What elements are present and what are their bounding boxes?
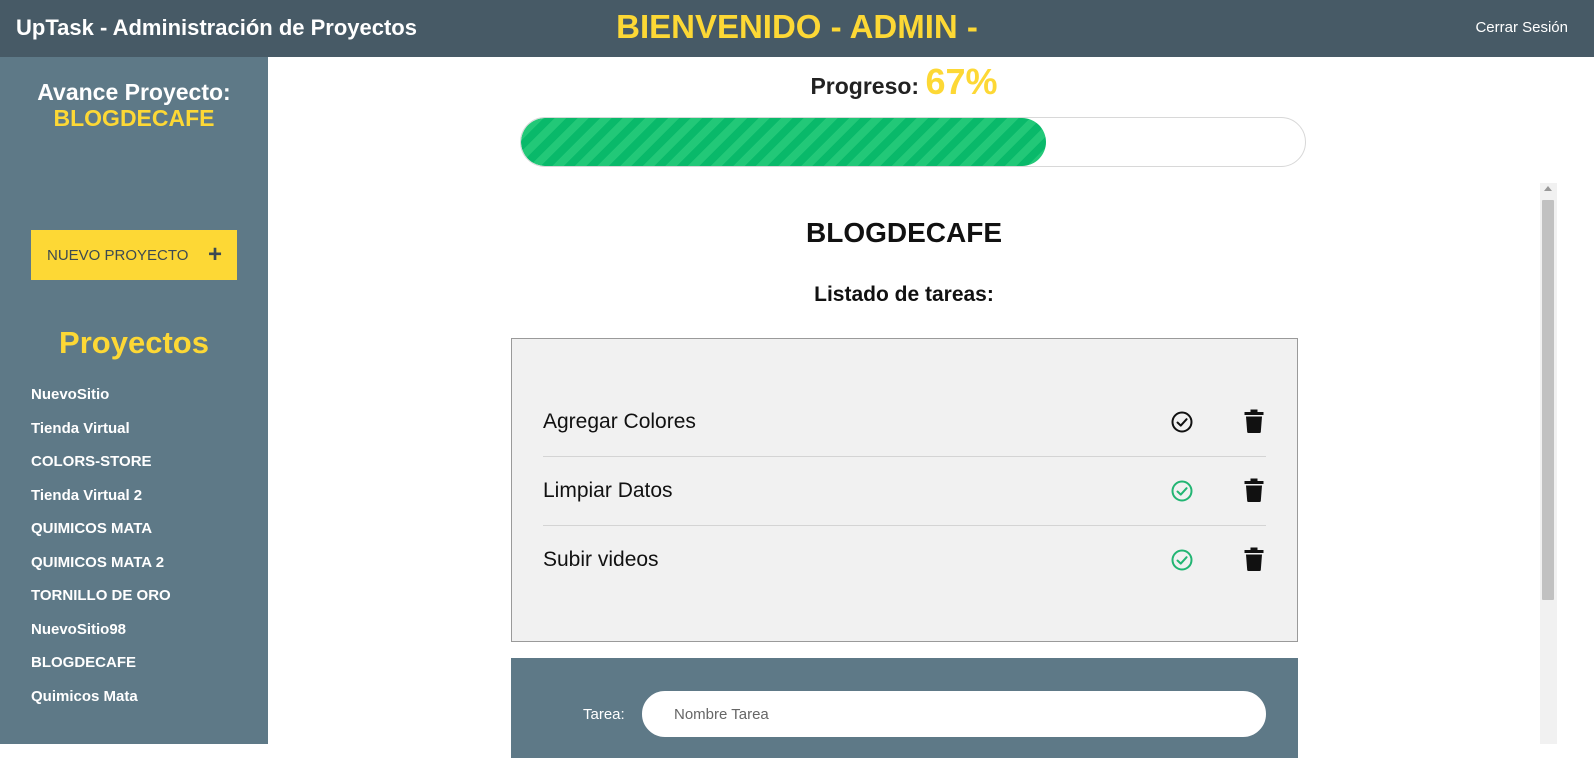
task-name: Subir videos xyxy=(543,548,659,571)
main-content: Progreso: 67% BLOGDECAFE Listado de tare… xyxy=(268,57,1540,758)
task-name: Limpiar Datos xyxy=(543,478,673,502)
project-link[interactable]: Tienda Virtual xyxy=(31,420,171,454)
new-project-button[interactable]: NUEVO PROYECTO + xyxy=(31,230,237,280)
top-bar: UpTask - Administración de Proyectos BIE… xyxy=(0,0,1594,57)
app-title: UpTask - Administración de Proyectos xyxy=(16,15,417,40)
project-link[interactable]: TORNILLO DE ORO xyxy=(31,587,171,621)
progress-label-text: Progreso: xyxy=(810,73,920,99)
scrollbar-thumb[interactable] xyxy=(1542,200,1554,600)
plus-icon: + xyxy=(207,241,222,268)
trash-icon[interactable] xyxy=(1244,547,1264,571)
progress-label: Progreso: 67% xyxy=(268,61,1540,103)
trash-icon[interactable] xyxy=(1244,478,1264,502)
task-name: Agregar Colores xyxy=(543,409,696,433)
task-name-input[interactable] xyxy=(641,690,1267,738)
current-project-name: BLOGDECAFE xyxy=(53,105,215,131)
project-link[interactable]: NuevoSitio xyxy=(31,386,171,420)
project-list: NuevoSitio Tienda Virtual COLORS-STORE T… xyxy=(31,386,171,721)
projects-title: Proyectos xyxy=(59,325,209,360)
scroll-up-arrow-icon[interactable] xyxy=(1544,186,1552,191)
task-field-label: Tarea: xyxy=(583,706,625,723)
project-link[interactable]: QUIMICOS MATA 2 xyxy=(31,554,171,588)
sidebar-heading: Avance Proyecto: xyxy=(37,79,231,105)
sidebar: Avance Proyecto: BLOGDECAFE NUEVO PROYEC… xyxy=(0,57,268,744)
progress-bar-fill xyxy=(521,118,1047,166)
trash-icon[interactable] xyxy=(1244,409,1264,433)
project-title: BLOGDECAFE xyxy=(806,217,1002,248)
task-row: Subir videos xyxy=(543,525,1266,595)
task-row: Limpiar Datos xyxy=(543,456,1266,526)
check-circle-icon[interactable] xyxy=(1170,548,1194,572)
add-task-form: Tarea: xyxy=(511,658,1298,758)
task-list: Agregar Colores Limpiar Datos Subir vide… xyxy=(511,338,1298,642)
task-row: Agregar Colores xyxy=(543,387,1266,457)
vertical-scrollbar[interactable] xyxy=(1540,183,1557,744)
task-list-heading: Listado de tareas: xyxy=(814,283,994,306)
project-link[interactable]: QUIMICOS MATA xyxy=(31,520,171,554)
progress-value: 67% xyxy=(925,61,998,102)
project-link[interactable]: Tienda Virtual 2 xyxy=(31,487,171,521)
project-link[interactable]: COLORS-STORE xyxy=(31,453,171,487)
check-circle-icon[interactable] xyxy=(1170,479,1194,503)
project-link[interactable]: NuevoSitio98 xyxy=(31,621,171,655)
check-circle-icon[interactable] xyxy=(1170,410,1194,434)
project-link[interactable]: BLOGDECAFE xyxy=(31,654,171,688)
logout-link[interactable]: Cerrar Sesión xyxy=(1475,19,1568,36)
progress-bar xyxy=(520,117,1306,167)
project-link[interactable]: Quimicos Mata xyxy=(31,688,171,722)
new-project-label: NUEVO PROYECTO xyxy=(47,246,189,264)
